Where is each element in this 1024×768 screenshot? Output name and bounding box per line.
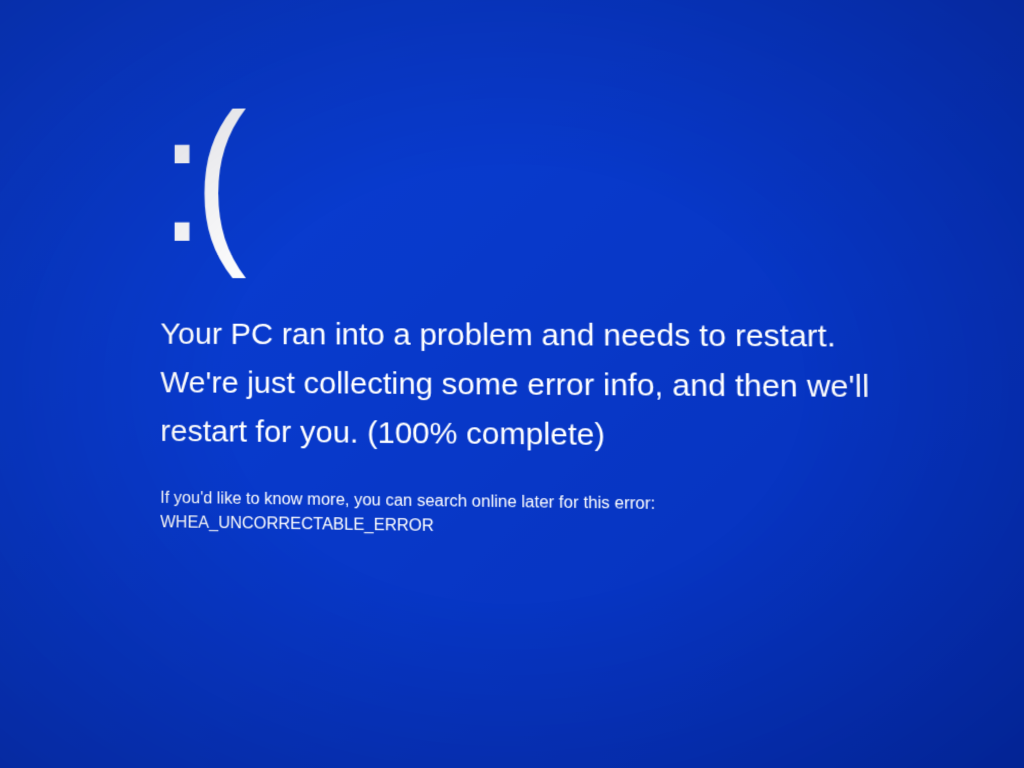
error-hint: If you'd like to know more, you can sear… — [160, 487, 903, 546]
error-message: Your PC ran into a problem and needs to … — [160, 310, 902, 463]
sad-face-icon: :( — [160, 83, 785, 270]
bsod-screen: :( Your PC ran into a problem and needs … — [0, 0, 1024, 548]
